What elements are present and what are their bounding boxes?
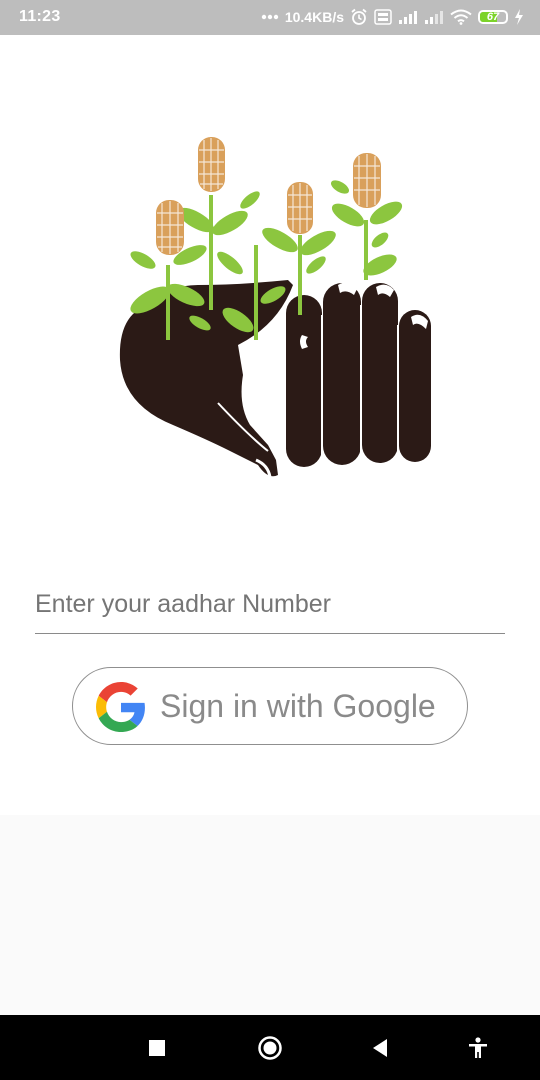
screen: 11:23 10.4KB/s 67 Enter your aadhar Numb… (0, 0, 540, 1080)
back-icon (373, 1038, 387, 1057)
battery-level: 67 (486, 11, 500, 23)
status-icons: 10.4KB/s 67 (261, 7, 524, 27)
wifi-icon (450, 9, 472, 25)
farmer-hand-illustration (119, 137, 431, 478)
alarm-icon (350, 8, 368, 26)
volte-icon (374, 9, 392, 25)
charging-icon (514, 9, 524, 25)
battery-icon: 67 (478, 10, 508, 24)
home-icon (258, 1035, 282, 1060)
google-sign-in-label: Sign in with Google (160, 688, 436, 724)
google-g-icon (96, 682, 145, 732)
aadhar-number-input[interactable] (35, 575, 505, 634)
accessibility-button[interactable] (448, 1015, 508, 1080)
signal-icon (424, 10, 444, 24)
net-speed: 10.4KB/s (284, 9, 344, 25)
navigation-bar (0, 1015, 540, 1080)
status-time: 11:23 (19, 8, 61, 25)
dots-icon (261, 14, 279, 20)
login-card: Sign in with Google (0, 35, 540, 815)
google-sign-in-button[interactable]: Sign in with Google (72, 667, 468, 745)
signal-icon (398, 10, 418, 24)
recents-icon (149, 1039, 165, 1056)
back-button[interactable] (350, 1015, 410, 1080)
home-button[interactable] (240, 1015, 300, 1080)
accessibility-icon (469, 1036, 487, 1058)
status-bar: 11:23 10.4KB/s 67 (0, 0, 540, 35)
recents-button[interactable] (127, 1015, 187, 1080)
